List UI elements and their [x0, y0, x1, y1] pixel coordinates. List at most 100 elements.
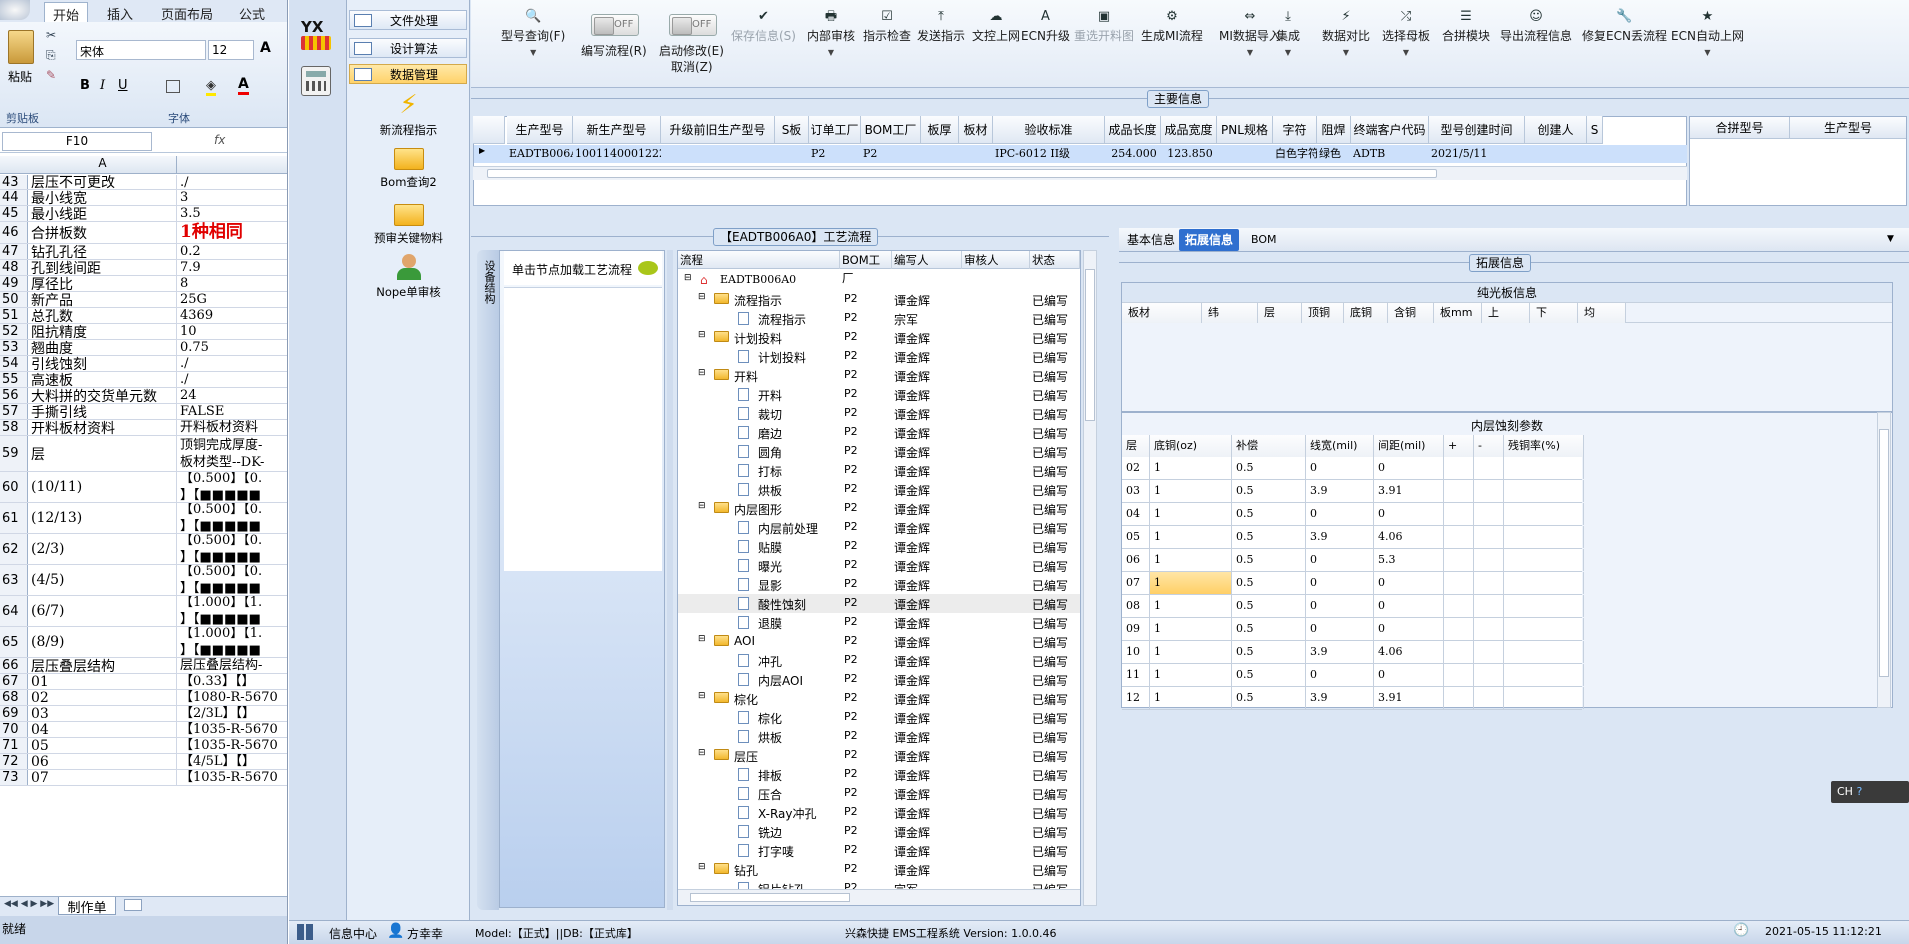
column-header[interactable]: 板材	[959, 116, 993, 144]
inner-etch-cell[interactable]: 08	[1122, 595, 1150, 617]
column-header[interactable]: 订单工厂	[809, 116, 861, 144]
column-header[interactable]: 阻焊	[1317, 116, 1351, 144]
sheet-row[interactable]: 43 层压不可更改 ./	[0, 175, 287, 190]
tree-column-header[interactable]: 流程	[678, 251, 840, 269]
paste-label[interactable]: 粘贴	[8, 68, 32, 85]
cell-b[interactable]: 4369	[178, 308, 287, 323]
cell-b[interactable]: 25G	[178, 292, 287, 307]
sheet-row[interactable]: 52 阻抗精度 10	[0, 324, 287, 340]
inner-etch-cell[interactable]	[1474, 595, 1504, 617]
borders-icon[interactable]	[166, 80, 180, 93]
tab-extended-info[interactable]: 拓展信息	[1179, 229, 1240, 251]
inner-etch-cell[interactable]: 1	[1150, 687, 1232, 709]
tab-basic-info[interactable]: 基本信息	[1121, 229, 1181, 251]
tree-node[interactable]: 打字唛 P2 谭金辉 已编写	[678, 841, 1080, 860]
fill-color-icon[interactable]: ◈	[206, 78, 216, 96]
tree-node[interactable]: 压合 P2 谭金辉 已编写	[678, 784, 1080, 803]
tree-hscrollbar[interactable]	[678, 889, 1080, 905]
tab-insert[interactable]: 插入	[100, 2, 140, 23]
column-header[interactable]: 板厚	[921, 116, 959, 144]
column-header[interactable]: 验收标准	[993, 116, 1105, 144]
inner-etch-cell[interactable]	[1444, 595, 1474, 617]
cell-b[interactable]: 【4/5L】【】	[178, 754, 287, 769]
grid-cell[interactable]: P2	[811, 145, 861, 163]
row-number[interactable]: 50	[0, 292, 28, 307]
inner-etch-cell[interactable]	[1504, 618, 1584, 640]
sheet-row[interactable]: 64 (6/7) 【1.000】【1. 】【■■■■■	[0, 596, 287, 627]
merge-model-header[interactable]: 合拼型号	[1690, 117, 1790, 139]
inner-etch-cell[interactable]: 0	[1306, 664, 1374, 686]
toolbar-button-15[interactable]: ☰ 合拼模块	[1442, 10, 1490, 44]
grid-cell[interactable]: 白色字符	[1275, 145, 1317, 163]
column-header[interactable]: S板	[775, 116, 809, 144]
grid-cell[interactable]	[1219, 145, 1273, 163]
row-number[interactable]: 62	[0, 534, 28, 564]
toolbar-button-17[interactable]: 🔧 修复ECN丢流程	[1582, 10, 1667, 44]
inner-etch-cell[interactable]: 1	[1150, 480, 1232, 502]
tree-node[interactable]: ⊟ 开料 P2 谭金辉 已编写	[678, 366, 1080, 385]
inner-etch-cell[interactable]: 0	[1374, 457, 1444, 479]
inner-etch-cell[interactable]	[1504, 526, 1584, 548]
row-number[interactable]: 53	[0, 340, 28, 355]
column-header[interactable]: BOM工厂	[861, 116, 921, 144]
inner-etch-cell[interactable]	[1504, 687, 1584, 709]
inner-etch-column-header[interactable]: 残铜率(%)	[1504, 435, 1584, 457]
inner-etch-cell[interactable]: 0	[1306, 457, 1374, 479]
inner-etch-cell[interactable]: 3.9	[1306, 480, 1374, 502]
cell-a[interactable]: 总孔数	[29, 308, 177, 323]
inner-etch-cell[interactable]: 1	[1150, 503, 1232, 525]
column-header[interactable]: 生产型号	[507, 116, 573, 144]
cell-b[interactable]: 0.2	[178, 244, 287, 259]
cell-b[interactable]: 【1080-R-5670	[178, 690, 287, 705]
dropdown-arrow-icon[interactable]: ▼	[807, 48, 855, 57]
cell-b[interactable]: 3	[178, 190, 287, 205]
row-number[interactable]: 48	[0, 260, 28, 275]
yx-logo-icon[interactable]: YX	[301, 18, 335, 58]
tree-node[interactable]: 内层AOI P2 谭金辉 已编写	[678, 670, 1080, 689]
grid-cell[interactable]	[777, 145, 809, 163]
cell-b[interactable]: FALSE	[178, 404, 287, 419]
grid-cell[interactable]: 254.000	[1107, 145, 1161, 163]
inner-etch-row[interactable]: 11 1 0.5 0 0	[1122, 664, 1584, 687]
column-header[interactable]: 成品宽度	[1161, 116, 1217, 144]
cell-b[interactable]: 【2/3L】【】	[178, 706, 287, 721]
grid-cell[interactable]: ADTB	[1353, 145, 1429, 163]
cell-a[interactable]: (6/7)	[29, 596, 177, 626]
main-info-hscrollbar[interactable]	[473, 166, 1687, 180]
row-number[interactable]: 57	[0, 404, 28, 419]
cell-a[interactable]: 阻抗精度	[29, 324, 177, 339]
inner-etch-cell[interactable]	[1444, 549, 1474, 571]
dropdown-arrow-icon[interactable]: ▼	[1322, 48, 1370, 57]
inner-etch-cell[interactable]: 0	[1374, 503, 1444, 525]
cell-a[interactable]: 04	[29, 722, 177, 737]
sheet-tab-active[interactable]: 制作单	[58, 897, 116, 916]
inner-etch-cell[interactable]: 05	[1122, 526, 1150, 548]
sheet-row[interactable]: 71 05 【1035-R-5670	[0, 738, 287, 754]
row-number[interactable]: 65	[0, 627, 28, 657]
device-structure-vtab[interactable]: 设备结构	[477, 250, 499, 910]
dropdown-arrow-icon[interactable]: ▼	[1382, 48, 1430, 57]
tab-formulas[interactable]: 公式	[232, 2, 272, 23]
sheet-row[interactable]: 53 翘曲度 0.75	[0, 340, 287, 356]
inner-etch-cell[interactable]: 3.9	[1306, 687, 1374, 709]
row-number[interactable]: 60	[0, 472, 28, 502]
inner-etch-cell[interactable]: 0	[1306, 618, 1374, 640]
sheet-row[interactable]: 56 大料拼的交货单元数 24	[0, 388, 287, 404]
expand-toggle-icon[interactable]: ⊟	[698, 501, 706, 511]
cell-b[interactable]: 1种相同	[178, 222, 287, 243]
cell-b[interactable]: 【1.000】【1. 】【■■■■■	[178, 627, 287, 657]
cell-a[interactable]: 新产品	[29, 292, 177, 307]
toolbar-button-11[interactable]: ⇔ MI数据导入 ▼	[1219, 10, 1281, 58]
cell-b[interactable]: 顶铜完成厚度- 板材类型--DK-	[178, 436, 287, 471]
info-center-label[interactable]: 信息中心	[329, 925, 377, 942]
help-icon[interactable]: ?	[1856, 785, 1862, 798]
inner-etch-cell[interactable]: 0.5	[1232, 480, 1306, 502]
dropdown-arrow-icon[interactable]: ▼	[1671, 48, 1744, 57]
row-number[interactable]: 72	[0, 754, 28, 769]
inner-etch-cell[interactable]	[1444, 457, 1474, 479]
inner-etch-cell[interactable]	[1504, 664, 1584, 686]
toolbar-button-0[interactable]: 🔍 型号查询(F) ▼	[501, 10, 565, 58]
toggle-switch[interactable]: OFF	[669, 14, 717, 36]
sheet-row[interactable]: 51 总孔数 4369	[0, 308, 287, 324]
pure-board-column-header[interactable]: 板mm	[1434, 303, 1482, 323]
